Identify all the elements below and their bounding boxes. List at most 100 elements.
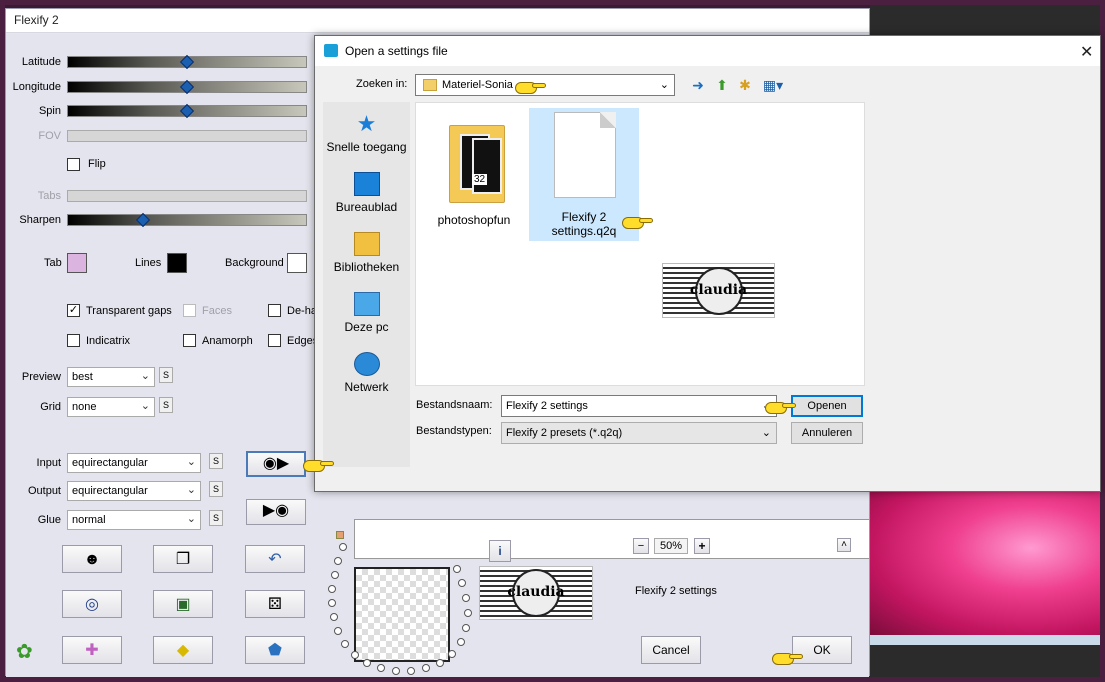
flip-checkbox[interactable] [67,158,80,171]
glue-s-button[interactable]: S [209,510,223,526]
save-settings-button[interactable]: ▶◉ [246,499,306,525]
output-s-button[interactable]: S [209,481,223,497]
tabs-slider[interactable] [67,190,307,202]
chevron-down-icon: ⌄ [186,456,196,468]
randomize-button[interactable]: ☻ [62,545,122,573]
de-ha-checkbox[interactable] [268,304,281,317]
dot [351,651,359,659]
cancel-dialog-button[interactable]: Annuleren [791,422,863,444]
spin-label: Spin [38,105,61,117]
copy-icon: ❐ [175,551,191,568]
square-icon: ▣ [175,596,191,613]
close-icon[interactable]: ✕ [1080,42,1093,62]
cube-icon: ◆ [176,642,190,659]
copy-button[interactable]: ❐ [153,545,213,573]
longitude-thumb[interactable] [179,79,195,95]
dot [330,613,338,621]
tab-color-swatch[interactable] [67,253,87,273]
place-network[interactable]: Netwerk [323,352,410,394]
preview-handle[interactable] [336,531,344,539]
indicatrix-label: Indicatrix [86,335,131,347]
place-this-pc[interactable]: Deze pc [323,292,410,334]
latitude-slider[interactable] [67,54,307,70]
cancel-button[interactable]: Cancel [641,636,701,664]
open-settings-dialog: Open a settings file ✕ Zoeken in: Materi… [314,35,1101,492]
preview-thumbnail[interactable] [354,567,450,662]
input-label: Input [36,457,61,469]
zoom-in-button[interactable]: + [694,538,710,554]
sharpen-thumb[interactable] [135,212,151,228]
latitude-label: Latitude [21,56,61,68]
dot [422,664,430,672]
cross-icon: ✚ [85,642,99,659]
place-desktop[interactable]: Bureaublad [323,172,410,214]
filename-input[interactable]: Flexify 2 settings ⌄ [501,395,777,417]
chevron-down-icon: ⌄ [659,79,669,91]
cross-button[interactable]: ✚ [62,636,122,664]
preview-s-button[interactable]: S [159,367,173,383]
dialog-title: Open a settings file [345,44,448,58]
pentagon-button[interactable]: ⬟ [245,636,305,664]
sharpen-slider[interactable] [67,212,307,228]
dot [462,594,470,602]
anamorph-checkbox[interactable] [183,334,196,347]
longitude-slider[interactable] [67,79,307,95]
open-button[interactable]: Openen [791,395,863,417]
faces-checkbox[interactable] [183,304,196,317]
frame-button[interactable]: ▣ [153,590,213,618]
flip-label: Flip [88,158,106,170]
indicatrix-checkbox[interactable] [67,334,80,347]
dot [407,667,415,675]
back-icon[interactable]: ➜ [689,76,707,94]
up-folder-icon[interactable]: ⬆ [713,76,731,94]
collapse-button[interactable]: ˄ [837,538,851,552]
dot [331,571,339,579]
place-quick-access[interactable]: ★ Snelle toegang [323,112,410,155]
cube-button[interactable]: ◆ [153,636,213,664]
output-select[interactable]: equirectangular ⌄ [67,481,201,501]
dot [339,543,347,551]
grid-value: none [72,401,97,413]
ring-button[interactable]: ◎ [62,590,122,618]
save-icon: ▶◉ [262,502,290,519]
undo-button[interactable]: ↶ [245,545,305,573]
undo-icon: ↶ [268,551,282,568]
spin-thumb[interactable] [179,103,195,119]
dice-button[interactable]: ⚄ [245,590,305,618]
flexify-title: Flexify 2 [14,13,59,27]
grid-select[interactable]: none ⌄ [67,397,155,417]
preview-select[interactable]: best ⌄ [67,367,155,387]
place-label: Deze pc [344,320,389,334]
file-item-folder[interactable]: 32 photoshopfun [424,111,524,227]
dot [328,585,336,593]
dialog-titlebar: Open a settings file ✕ [315,36,1100,66]
view-menu-icon[interactable]: ▦▾ [760,76,786,94]
fov-slider[interactable] [67,130,307,142]
longitude-label: Longitude [12,81,61,93]
glue-select[interactable]: normal ⌄ [67,510,201,530]
de-ha-label: De-ha [287,305,317,317]
glue-value: normal [72,514,106,526]
dot [462,624,470,632]
place-libraries[interactable]: Bibliotheken [323,232,410,274]
preview-strip [354,519,870,559]
filetype-select[interactable]: Flexify 2 presets (*.q2q) ⌄ [501,422,777,444]
flexify-logo-icon: ✿ [16,641,33,663]
latitude-thumb[interactable] [179,54,195,70]
info-button[interactable]: i [489,540,511,562]
zoom-out-button[interactable]: − [633,538,649,554]
zoom-level[interactable]: 50% [654,538,688,554]
edges-checkbox[interactable] [268,334,281,347]
dot [328,599,336,607]
smiley-icon: ☻ [83,551,101,568]
load-settings-button[interactable]: ◉▶ [246,451,306,477]
new-folder-icon[interactable]: ✱ [736,76,754,94]
background-color-swatch[interactable] [287,253,307,273]
transparent-gaps-checkbox[interactable]: ✓ [67,304,80,317]
grid-s-button[interactable]: S [159,397,173,413]
dot [363,659,371,667]
lines-color-swatch[interactable] [167,253,187,273]
input-select[interactable]: equirectangular ⌄ [67,453,201,473]
input-s-button[interactable]: S [209,453,223,469]
spin-slider[interactable] [67,103,307,119]
